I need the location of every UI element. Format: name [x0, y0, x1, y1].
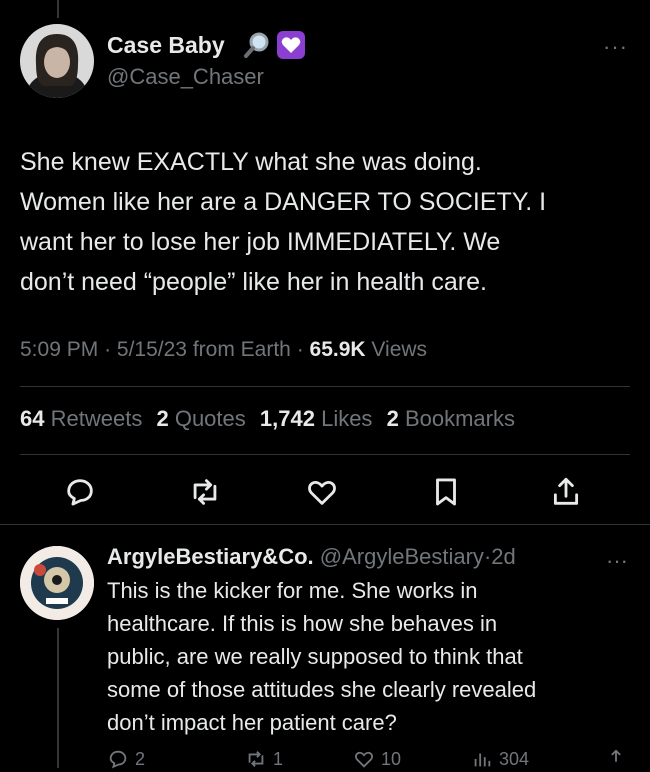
share-icon: [553, 477, 579, 505]
reply-text-line: public, are we really supposed to think …: [107, 644, 523, 669]
engagement-stats: 64 Retweets 2 Quotes 1,742 Likes 2 Bookm…: [20, 406, 515, 432]
reply-author-avatar[interactable]: [20, 546, 94, 620]
share-icon: [611, 749, 621, 762]
divider: [20, 386, 630, 387]
reply-more-options-button[interactable]: ···: [606, 548, 628, 574]
reply-age[interactable]: 2d: [491, 544, 515, 569]
retweets-stat[interactable]: 64 Retweets: [20, 406, 142, 431]
magnifying-glass-icon: [244, 32, 269, 58]
reply-retweet-button[interactable]: 1: [245, 748, 283, 770]
author-name[interactable]: Case Baby: [107, 32, 225, 59]
reply-actions: 2 1 10 304: [107, 748, 627, 772]
thread-connector-top: [57, 0, 59, 18]
thread-connector: [57, 628, 59, 768]
reply-views-count: 304: [499, 748, 530, 769]
tweet-meta: 5:09 PM · 5/15/23 from Earth · 65.9K Vie…: [20, 338, 428, 361]
reply-text-line: healthcare. If this is how she behaves i…: [107, 611, 498, 636]
reply-button[interactable]: [60, 472, 100, 512]
reply-share-button[interactable]: [605, 748, 627, 770]
quotes-stat[interactable]: 2 Quotes: [156, 406, 245, 431]
reply-likes-count: 10: [381, 748, 402, 769]
reply-author-handle[interactable]: @ArgyleBestiary: [320, 544, 484, 569]
retweet-icon: [248, 751, 264, 767]
retweet-icon: [193, 479, 217, 505]
tweet-time[interactable]: 5:09 PM: [20, 338, 98, 361]
reply-views-button[interactable]: 304: [471, 748, 529, 770]
divider: [0, 524, 650, 525]
tweet-source: from Earth: [192, 338, 291, 361]
bookmark-icon: [436, 478, 456, 506]
more-options-button[interactable]: ···: [603, 34, 628, 60]
reply-like-button[interactable]: 10: [353, 748, 401, 770]
tweet-actions: [0, 472, 650, 512]
tweet-text-line: don’t need “people” like her in health c…: [20, 268, 487, 296]
divider: [20, 454, 630, 455]
reply-author-avatar-image: [20, 546, 94, 620]
views-count: 65.9K: [309, 338, 366, 361]
tweet-text: She knew EXACTLY what she was doing. Wom…: [20, 142, 630, 302]
reply-reply-button[interactable]: 2: [107, 748, 145, 770]
reply-replies-count: 2: [135, 748, 146, 769]
views-label: Views: [371, 338, 428, 361]
author-handle[interactable]: @Case_Chaser: [107, 64, 264, 90]
tweet-date[interactable]: 5/15/23: [117, 338, 187, 361]
tweet-text-line: Women like her are a DANGER TO SOCIETY. …: [20, 188, 547, 216]
heart-icon: [355, 751, 373, 768]
reply-text-line: some of those attitudes she clearly reve…: [107, 677, 537, 702]
reply-icon: [67, 479, 93, 506]
reply-icon: [109, 750, 127, 769]
author-avatar[interactable]: [20, 24, 94, 98]
heart-icon: [308, 481, 336, 505]
author-avatar-image: [20, 24, 94, 98]
reply-text-line: This is the kicker for me. She works in: [107, 578, 478, 603]
reply-author-name[interactable]: ArgyleBestiary&Co.: [107, 544, 314, 569]
reply-text: This is the kicker for me. She works in …: [107, 574, 627, 739]
bookmarks-stat[interactable]: 2 Bookmarks: [387, 406, 515, 431]
tweet-text-line: She knew EXACTLY what she was doing.: [20, 148, 482, 176]
author-badges: [242, 30, 306, 60]
tweet-text-line: want her to lose her job IMMEDIATELY. We: [20, 228, 501, 256]
retweet-button[interactable]: [185, 472, 225, 512]
like-button[interactable]: [302, 472, 342, 512]
purple-heart-icon: [277, 31, 305, 59]
bookmark-button[interactable]: [426, 472, 466, 512]
likes-stat[interactable]: 1,742 Likes: [260, 406, 373, 431]
share-button[interactable]: [546, 472, 586, 512]
reply-header: ArgyleBestiary&Co. @ArgyleBestiary·2d: [107, 544, 516, 569]
reply-retweets-count: 1: [273, 748, 284, 769]
views-chart-icon: [474, 753, 491, 767]
reply-text-line: don’t impact her patient care?: [107, 710, 397, 735]
